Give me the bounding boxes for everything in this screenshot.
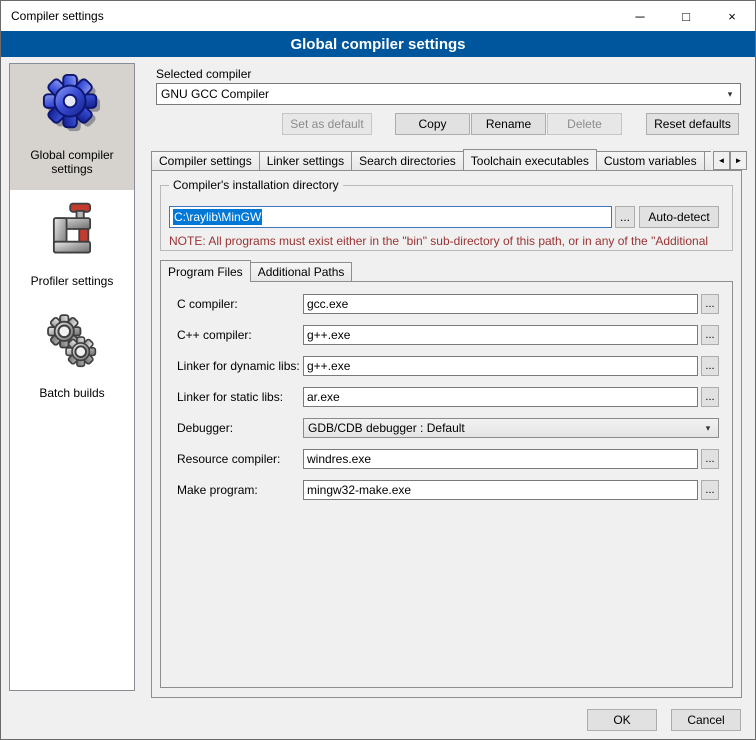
make-program-browse-button[interactable]: ... — [701, 480, 719, 500]
tab-strip: Compiler settings Linker settings Search… — [151, 149, 711, 170]
sidebar-item-label: Global compiler settings — [14, 148, 130, 176]
installation-directory-groupbox: Compiler's installation directory C:\ray… — [160, 185, 733, 251]
c-compiler-label: C compiler: — [177, 297, 303, 311]
chevron-down-icon: ▾ — [699, 419, 717, 437]
make-program-label: Make program: — [177, 483, 303, 497]
tab-build-options[interactable]: Buil — [704, 151, 711, 170]
tab-toolchain-executables[interactable]: Toolchain executables — [463, 149, 597, 170]
subtab-program-files[interactable]: Program Files — [160, 260, 251, 282]
cancel-button[interactable]: Cancel — [671, 709, 741, 731]
field-row: Linker for dynamic libs: ... — [177, 356, 719, 376]
resource-compiler-input[interactable] — [303, 449, 698, 469]
resource-compiler-label: Resource compiler: — [177, 452, 303, 466]
dynamic-linker-input[interactable] — [303, 356, 698, 376]
dynamic-linker-browse-button[interactable]: ... — [701, 356, 719, 376]
tab-scroll-right-button[interactable]: ► — [730, 151, 747, 170]
note-text: NOTE: All programs must exist either in … — [169, 234, 732, 248]
static-linker-label: Linker for static libs: — [177, 390, 303, 404]
debugger-select-value: GDB/CDB debugger : Default — [308, 421, 465, 435]
debugger-select[interactable]: GDB/CDB debugger : Default ▾ — [303, 418, 719, 438]
field-row: Make program: ... — [177, 480, 719, 500]
make-program-input[interactable] — [303, 480, 698, 500]
resource-compiler-browse-button[interactable]: ... — [701, 449, 719, 469]
field-row: Resource compiler: ... — [177, 449, 719, 469]
subtab-bar: Program Files Additional Paths — [160, 260, 351, 281]
field-row: C compiler: ... — [177, 294, 719, 314]
c-compiler-browse-button[interactable]: ... — [701, 294, 719, 314]
minimize-icon: ─ — [635, 9, 644, 24]
dialog-body: Global compiler settings Profiler settin… — [1, 57, 755, 739]
static-linker-browse-button[interactable]: ... — [701, 387, 719, 407]
field-row: Debugger: GDB/CDB debugger : Default ▾ — [177, 418, 719, 438]
gear-blue-icon — [41, 72, 103, 134]
compiler-action-buttons: Set as default Copy Rename Delete Reset … — [146, 113, 747, 135]
dynamic-linker-label: Linker for dynamic libs: — [177, 359, 303, 373]
program-files-panel: C compiler: ... C++ compiler: ... Linker… — [160, 281, 733, 688]
scroll-left-icon: ◄ — [718, 156, 726, 165]
subtab-additional-paths[interactable]: Additional Paths — [250, 262, 353, 281]
cpp-compiler-input[interactable] — [303, 325, 698, 345]
tab-scroll-left-button[interactable]: ◄ — [713, 151, 730, 170]
c-compiler-input[interactable] — [303, 294, 698, 314]
minimize-button[interactable]: ─ — [617, 1, 663, 31]
toolchain-executables-panel: Compiler's installation directory C:\ray… — [151, 170, 742, 698]
maximize-button[interactable]: □ — [663, 1, 709, 31]
sidebar: Global compiler settings Profiler settin… — [9, 63, 135, 691]
titlebar[interactable]: Compiler settings ─ □ × — [1, 1, 755, 31]
sidebar-item-label: Batch builds — [14, 386, 130, 400]
caption-buttons: ─ □ × — [617, 1, 755, 31]
window-title: Compiler settings — [1, 9, 104, 23]
copy-button[interactable]: Copy — [395, 113, 470, 135]
selected-compiler-label: Selected compiler — [156, 67, 251, 81]
reset-defaults-button[interactable]: Reset defaults — [646, 113, 739, 135]
set-as-default-button[interactable]: Set as default — [282, 113, 372, 135]
close-icon: × — [728, 9, 736, 24]
dialog-header-title: Global compiler settings — [1, 31, 755, 57]
maximize-icon: □ — [682, 9, 690, 24]
compiler-select[interactable]: GNU GCC Compiler ▾ — [156, 83, 741, 105]
static-linker-input[interactable] — [303, 387, 698, 407]
scroll-right-icon: ► — [735, 156, 743, 165]
rename-button[interactable]: Rename — [471, 113, 546, 135]
content-area: Selected compiler GNU GCC Compiler ▾ Set… — [146, 57, 747, 739]
field-row: C++ compiler: ... — [177, 325, 719, 345]
close-button[interactable]: × — [709, 1, 755, 31]
sidebar-item-label: Profiler settings — [14, 274, 130, 288]
tab-linker-settings[interactable]: Linker settings — [259, 151, 352, 170]
sidebar-item-profiler-settings[interactable]: Profiler settings — [10, 190, 134, 302]
tab-scroll-buttons: ◄ ► — [713, 151, 747, 170]
compiler-select-value: GNU GCC Compiler — [161, 87, 269, 101]
gears-gray-icon — [41, 310, 103, 372]
install-dir-input[interactable]: C:\raylib\MinGW — [169, 206, 612, 228]
install-dir-value: C:\raylib\MinGW — [173, 209, 262, 225]
autodetect-button[interactable]: Auto-detect — [639, 206, 719, 228]
compiler-settings-window: Compiler settings ─ □ × Global compiler … — [0, 0, 756, 740]
sidebar-item-batch-builds[interactable]: Batch builds — [10, 302, 134, 414]
tab-search-directories[interactable]: Search directories — [351, 151, 464, 170]
field-row: Linker for static libs: ... — [177, 387, 719, 407]
installation-directory-row: C:\raylib\MinGW ... Auto-detect — [169, 206, 719, 228]
installation-directory-label: Compiler's installation directory — [169, 178, 343, 192]
install-dir-browse-button[interactable]: ... — [615, 206, 635, 228]
chevron-down-icon: ▾ — [721, 84, 739, 104]
ok-button[interactable]: OK — [587, 709, 657, 731]
delete-button[interactable]: Delete — [547, 113, 622, 135]
cpp-compiler-label: C++ compiler: — [177, 328, 303, 342]
profiler-tool-icon — [43, 198, 101, 260]
tab-bar: Compiler settings Linker settings Search… — [151, 149, 747, 170]
debugger-label: Debugger: — [177, 421, 303, 435]
cpp-compiler-browse-button[interactable]: ... — [701, 325, 719, 345]
tab-custom-variables[interactable]: Custom variables — [596, 151, 705, 170]
tab-compiler-settings[interactable]: Compiler settings — [151, 151, 260, 170]
sidebar-item-global-compiler-settings[interactable]: Global compiler settings — [10, 64, 134, 190]
